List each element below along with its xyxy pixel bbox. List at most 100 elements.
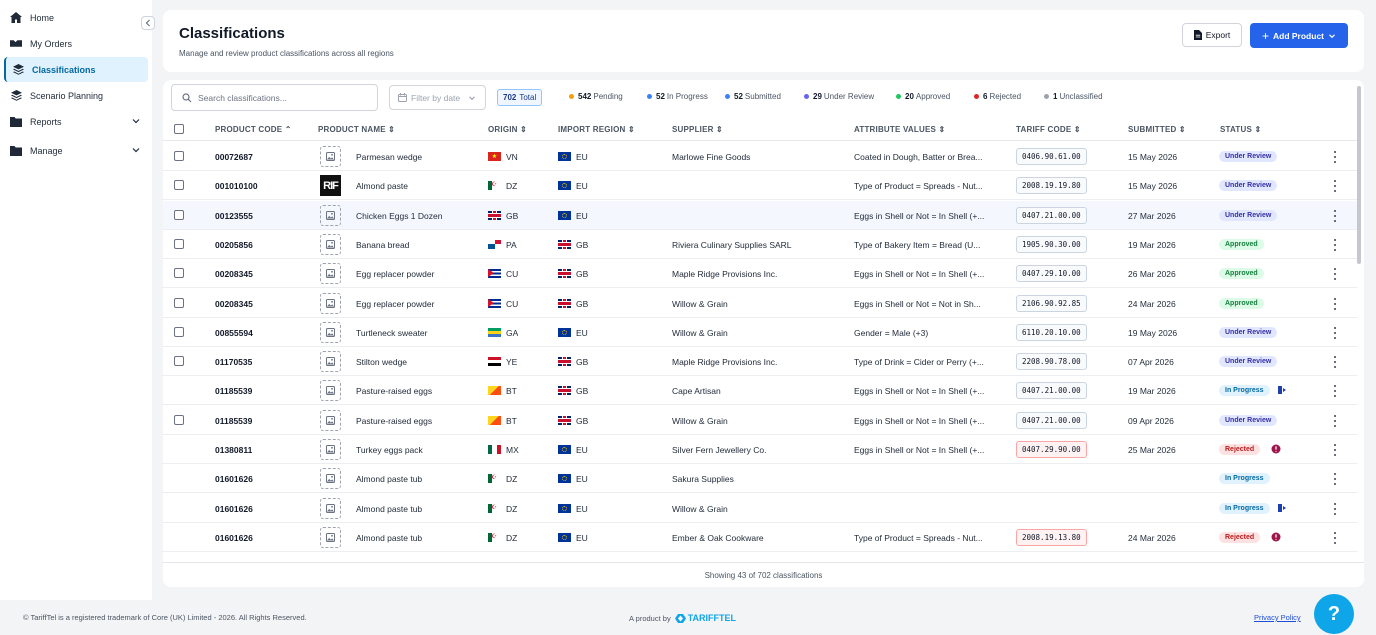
tariff-code[interactable]: 0406.90.61.00 [1016,148,1087,165]
privacy-policy-link[interactable]: Privacy Policy [1254,613,1301,622]
send-icon[interactable] [1277,385,1287,395]
table-row[interactable]: 01380811 Turkey eggs pack MX EU Silver Fern … [163,435,1357,464]
row-checkbox[interactable] [174,297,184,308]
select-all-checkbox[interactable] [174,124,184,134]
stat-under-review[interactable]: 29 Under Review [804,92,874,101]
sidebar-item-home[interactable]: Home [4,5,148,30]
tariff-code[interactable]: 0407.29.10.00 [1016,265,1087,283]
row-checkbox[interactable] [174,209,184,220]
send-icon[interactable] [1277,503,1287,513]
column-header-product-name[interactable]: PRODUCT NAME ⇕ [318,125,395,134]
flag-eu-icon [558,532,571,542]
stat-unclassified[interactable]: 1 Unclassified [1044,92,1103,101]
sidebar-collapse-button[interactable] [141,16,155,30]
table-row[interactable]: 01185539 Pasture-raised eggs BT GB Cape Arti… [163,376,1357,406]
row-actions-menu-icon[interactable] [1333,385,1337,398]
table-row[interactable]: 01170535 Stilton wedge YE GB Maple Ridge Pro… [163,347,1357,377]
row-actions-menu-icon[interactable] [1333,414,1337,427]
product-code: 00123555 [215,210,253,221]
row-checkbox[interactable] [174,180,184,191]
row-actions-menu-icon[interactable] [1333,531,1337,544]
import-region-code: GB [576,415,589,426]
chevron-down-icon [132,119,140,124]
tariff-code[interactable]: 2208.90.78.00 [1016,353,1087,371]
help-button[interactable]: ? [1314,594,1354,634]
flag-eu-icon [558,181,571,191]
table-row[interactable]: 001010100 RIF Almond paste ☪ DZ EU Type of Pro… [163,171,1357,201]
sort-icon: ⇕ [1178,125,1186,134]
column-header-status[interactable]: STATUS ⇕ [1220,125,1261,134]
table-row[interactable]: 01185539 Pasture-raised eggs BT GB Willow & … [163,406,1357,435]
flag-bt-icon [488,415,501,425]
table-row[interactable]: 01601626 Almond paste tub ☪ DZ EU Ember & Oak… [163,523,1357,552]
row-actions-menu-icon[interactable] [1333,473,1337,486]
row-actions-menu-icon[interactable] [1333,502,1337,515]
sidebar-item-scenario-planning[interactable]: Scenario Planning [4,83,148,108]
layers-icon [10,90,22,102]
row-actions-menu-icon[interactable] [1333,297,1337,310]
table-row[interactable]: 00208345 Egg replacer powder CU GB Willow & … [163,289,1357,318]
document-icon [1193,30,1202,40]
row-actions-menu-icon[interactable] [1333,151,1337,163]
add-product-button[interactable]: + Add Product [1250,23,1348,48]
row-actions-menu-icon[interactable] [1333,268,1337,281]
tariff-code[interactable]: 6110.20.10.00 [1016,323,1087,341]
info-icon[interactable] [1271,444,1281,454]
tariff-code[interactable]: 0407.29.90.00 [1016,441,1087,458]
tariff-code[interactable]: 0407.21.00.00 [1016,382,1087,400]
tariff-code[interactable]: 2008.19.13.80 [1016,528,1087,546]
flag-dz-icon: ☪ [488,532,501,542]
stat-approved[interactable]: 20 Approved [896,92,950,101]
info-icon[interactable] [1271,532,1281,542]
sidebar-item-reports[interactable]: Reports [4,109,148,134]
row-actions-menu-icon[interactable] [1333,444,1337,456]
table-row[interactable]: 00123555 Chicken Eggs 1 Dozen GB EU Eggs in … [163,200,1357,230]
sidebar-item-label: Reports [30,116,62,127]
tariff-code[interactable]: 1905.90.30.00 [1016,235,1087,253]
row-actions-menu-icon[interactable] [1333,326,1337,339]
tariff-code[interactable]: 0407.21.00.00 [1016,411,1087,429]
sidebar-item-manage[interactable]: Manage [4,138,148,163]
product-code: 01601626 [215,474,253,485]
row-actions-menu-icon[interactable] [1333,356,1337,369]
table-row[interactable]: 00208345 Egg replacer powder CU GB Maple Rid… [163,259,1357,289]
table-row[interactable]: 00205856 Banana bread PA GB Riviera Culinary… [163,230,1357,259]
row-checkbox[interactable] [174,238,184,249]
row-checkbox[interactable] [174,268,184,279]
stat-in-progress[interactable]: 52 In Progress [647,92,708,101]
product-name: Turkey eggs pack [356,445,423,455]
image-placeholder-icon [320,380,341,402]
sidebar-item-label: My Orders [30,38,73,49]
row-actions-menu-icon[interactable] [1333,238,1337,251]
column-header-import-region[interactable]: IMPORT REGION ⇕ [558,125,635,134]
row-checkbox[interactable] [174,151,184,161]
row-checkbox[interactable] [174,356,184,367]
row-checkbox[interactable] [174,326,184,337]
column-header-supplier[interactable]: SUPPLIER ⇕ [672,125,723,134]
sidebar-item-classifications[interactable]: Classifications [4,57,148,82]
tariff-code[interactable]: 2008.19.19.80 [1016,177,1087,195]
table-row[interactable]: 00855594 Turtleneck sweater GA EU Willow & G… [163,318,1357,347]
vertical-scrollbar[interactable] [1357,86,1361,264]
column-header-attribute-values[interactable]: ATTRIBUTE VALUES ⇕ [854,125,945,134]
row-actions-menu-icon[interactable] [1333,180,1337,193]
sidebar-item-my-orders[interactable]: My Orders [4,31,148,56]
stat-rejected[interactable]: 6 Rejected [974,92,1021,101]
search-input[interactable]: Search classifications... [171,84,378,111]
stat-submitted[interactable]: 52 Submitted [725,92,781,101]
column-header-tariff-code[interactable]: TARIFF CODE ⇕ [1016,125,1081,134]
column-header-origin[interactable]: ORIGIN ⇕ [488,125,527,134]
column-header-submitted[interactable]: SUBMITTED ⇕ [1128,125,1186,134]
table-row[interactable]: 01601626 Almond paste tub ☪ DZ EU Sakura Supp… [163,464,1357,494]
column-header-product-code[interactable]: PRODUCT CODE ⌃ [215,125,292,134]
tariff-code[interactable]: 2106.90.92.85 [1016,294,1087,312]
table-row[interactable]: 00072687 Parmesan wedge ★ VN EU Marlowe Fine … [163,142,1357,171]
export-button[interactable]: Export [1182,23,1242,47]
product-name: Almond paste tub [356,474,423,485]
tariff-code[interactable]: 0407.21.00.00 [1016,206,1087,224]
table-row[interactable]: 01601626 Almond paste tub ☪ DZ EU Willow & Gr… [163,494,1357,523]
date-filter-dropdown[interactable]: Filter by date [389,85,486,110]
stat-pending[interactable]: 542 Pending [569,92,623,101]
row-actions-menu-icon[interactable] [1333,209,1337,222]
row-checkbox[interactable] [174,414,184,425]
